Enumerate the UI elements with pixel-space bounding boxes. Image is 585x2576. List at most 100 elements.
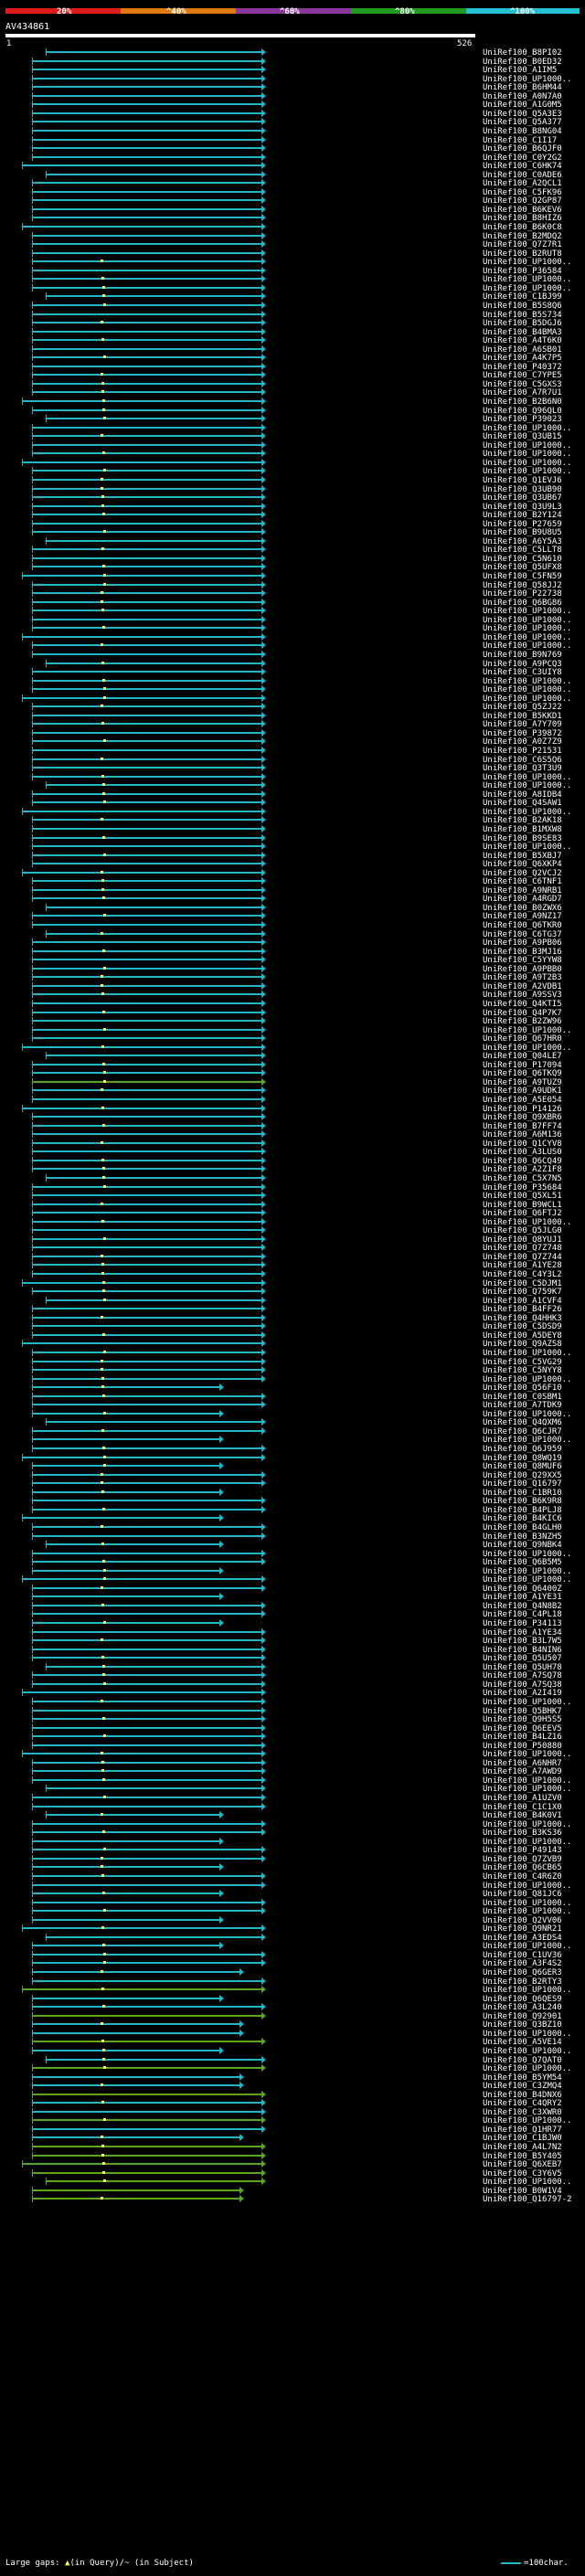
hit-label[interactable]: UniRef100_A0Z7Z9 [483, 737, 562, 747]
hit-label[interactable]: UniRef100_A3LUS0 [483, 1148, 562, 1157]
hit-line[interactable] [32, 1361, 261, 1362]
hit-line[interactable] [46, 295, 261, 297]
hit-line[interactable] [32, 1029, 261, 1031]
hit-line[interactable] [22, 1108, 261, 1109]
hit-label[interactable]: UniRef100_UP1000.. [483, 467, 572, 476]
hit-line[interactable] [32, 1648, 261, 1650]
hit-line[interactable] [32, 356, 261, 358]
hit-label[interactable]: UniRef100_UP1000.. [483, 607, 572, 616]
hit-line[interactable] [32, 1264, 261, 1266]
hit-line[interactable] [32, 1308, 261, 1309]
hit-line[interactable] [32, 2155, 261, 2157]
hit-line[interactable] [46, 1299, 261, 1301]
hit-line[interactable] [22, 1988, 261, 1990]
hit-line[interactable] [32, 740, 261, 742]
hit-line[interactable] [32, 584, 261, 586]
hit-label[interactable]: UniRef100_Q5JLG0 [483, 1226, 562, 1235]
hit-line[interactable] [32, 1352, 261, 1353]
hit-line[interactable] [32, 1186, 261, 1188]
hit-line[interactable] [32, 1465, 219, 1467]
hit-label[interactable]: UniRef100_Q6TKQ9 [483, 1069, 562, 1078]
hit-label[interactable]: UniRef100_B6QJF0 [483, 144, 562, 154]
hit-label[interactable]: UniRef100_B3KS36 [483, 1829, 562, 1838]
hit-label[interactable]: UniRef100_A2I419 [483, 1689, 562, 1698]
hit-line[interactable] [32, 1631, 261, 1633]
hit-line[interactable] [32, 1902, 261, 1903]
hit-line[interactable] [46, 906, 261, 908]
hit-label[interactable]: UniRef100_P21531 [483, 747, 562, 756]
hit-label[interactable]: UniRef100_A6M136 [483, 1130, 562, 1140]
hit-label[interactable]: UniRef100_UP1000.. [483, 1575, 572, 1585]
hit-line[interactable] [32, 243, 261, 245]
hit-label[interactable]: UniRef100_A9NZ17 [483, 912, 562, 921]
hit-label[interactable]: UniRef100_UP1000.. [483, 685, 572, 694]
hit-line[interactable] [32, 383, 261, 385]
hit-line[interactable] [32, 488, 261, 490]
hit-line[interactable] [22, 697, 261, 699]
hit-line[interactable] [32, 1806, 261, 1807]
hit-line[interactable] [32, 2102, 261, 2104]
hit-label[interactable]: UniRef100_C4PL18 [483, 1610, 562, 1619]
hit-line[interactable] [32, 217, 261, 218]
hit-line[interactable] [32, 1509, 261, 1511]
hit-line[interactable] [46, 933, 261, 935]
hit-label[interactable]: UniRef100_Q759K7 [483, 1288, 562, 1297]
hit-line[interactable] [32, 688, 261, 690]
hit-label[interactable]: UniRef100_A1UZV0 [483, 1794, 562, 1803]
hit-line[interactable] [32, 1221, 261, 1223]
hit-label[interactable]: UniRef100_C6TNF1 [483, 877, 562, 886]
hit-line[interactable] [32, 366, 261, 367]
hit-label[interactable]: UniRef100_Q9NR21 [483, 1924, 562, 1934]
hit-line[interactable] [32, 1325, 261, 1327]
hit-label[interactable]: UniRef100_B2AK18 [483, 816, 562, 825]
hit-line[interactable] [32, 1701, 261, 1702]
hit-line[interactable] [32, 1256, 261, 1257]
hit-line[interactable] [32, 1160, 261, 1161]
hit-line[interactable] [32, 767, 261, 769]
hit-line[interactable] [22, 1046, 261, 1048]
hit-line[interactable] [32, 705, 261, 707]
hit-line[interactable] [32, 2067, 261, 2069]
hit-line[interactable] [32, 915, 261, 917]
hit-label[interactable]: UniRef100_C3UIY8 [483, 668, 562, 677]
hit-line[interactable] [32, 1395, 261, 1397]
hit-label[interactable]: UniRef100_A7Y709 [483, 720, 562, 729]
hit-label[interactable]: UniRef100_B4FF26 [483, 1305, 562, 1314]
hit-line[interactable] [32, 2050, 219, 2051]
hit-line[interactable] [46, 1177, 261, 1179]
hit-line[interactable] [32, 557, 261, 559]
hit-label[interactable]: UniRef100_Q6XKP4 [483, 860, 562, 869]
hit-line[interactable] [32, 470, 261, 472]
hit-line[interactable] [32, 976, 261, 978]
hit-line[interactable] [32, 2119, 261, 2121]
hit-label[interactable]: UniRef100_C1BJW0 [483, 2134, 562, 2143]
hit-line[interactable] [32, 1037, 261, 1039]
hit-line[interactable] [32, 1125, 261, 1127]
hit-line[interactable] [32, 854, 261, 856]
hit-label[interactable]: UniRef100_B6K9R8 [483, 1497, 562, 1506]
hit-line[interactable] [32, 566, 261, 567]
hit-label[interactable]: UniRef100_Q3T3U9 [483, 764, 562, 773]
hit-line[interactable] [46, 1055, 261, 1056]
hit-line[interactable] [32, 1334, 261, 1336]
hit-line[interactable] [32, 601, 261, 603]
hit-line[interactable] [32, 1875, 261, 1877]
hit-label[interactable]: UniRef100_B8NG04 [483, 127, 562, 136]
hit-label[interactable]: UniRef100_UP1000.. [483, 1698, 572, 1707]
hit-label[interactable]: UniRef100_Q5ZJ22 [483, 703, 562, 712]
hit-label[interactable]: UniRef100_C5X7N5 [483, 1174, 562, 1183]
hit-label[interactable]: UniRef100_UP1000.. [483, 1986, 572, 1995]
hit-line[interactable] [22, 1753, 261, 1754]
hit-line[interactable] [32, 1212, 261, 1214]
hit-line[interactable] [46, 51, 261, 53]
hit-label[interactable]: UniRef100_C7YPE5 [483, 371, 562, 380]
hit-line[interactable] [32, 950, 261, 952]
hit-line[interactable] [32, 199, 261, 201]
hit-line[interactable] [32, 322, 261, 323]
hit-line[interactable] [32, 1317, 261, 1319]
hit-label[interactable]: UniRef100_Q6J959 [483, 1445, 562, 1454]
hit-line[interactable] [32, 112, 261, 114]
hit-line[interactable] [46, 784, 261, 786]
hit-label[interactable]: UniRef100_B2B6N0 [483, 398, 562, 407]
hit-label[interactable]: UniRef100_C3ZMQ4 [483, 2082, 562, 2091]
